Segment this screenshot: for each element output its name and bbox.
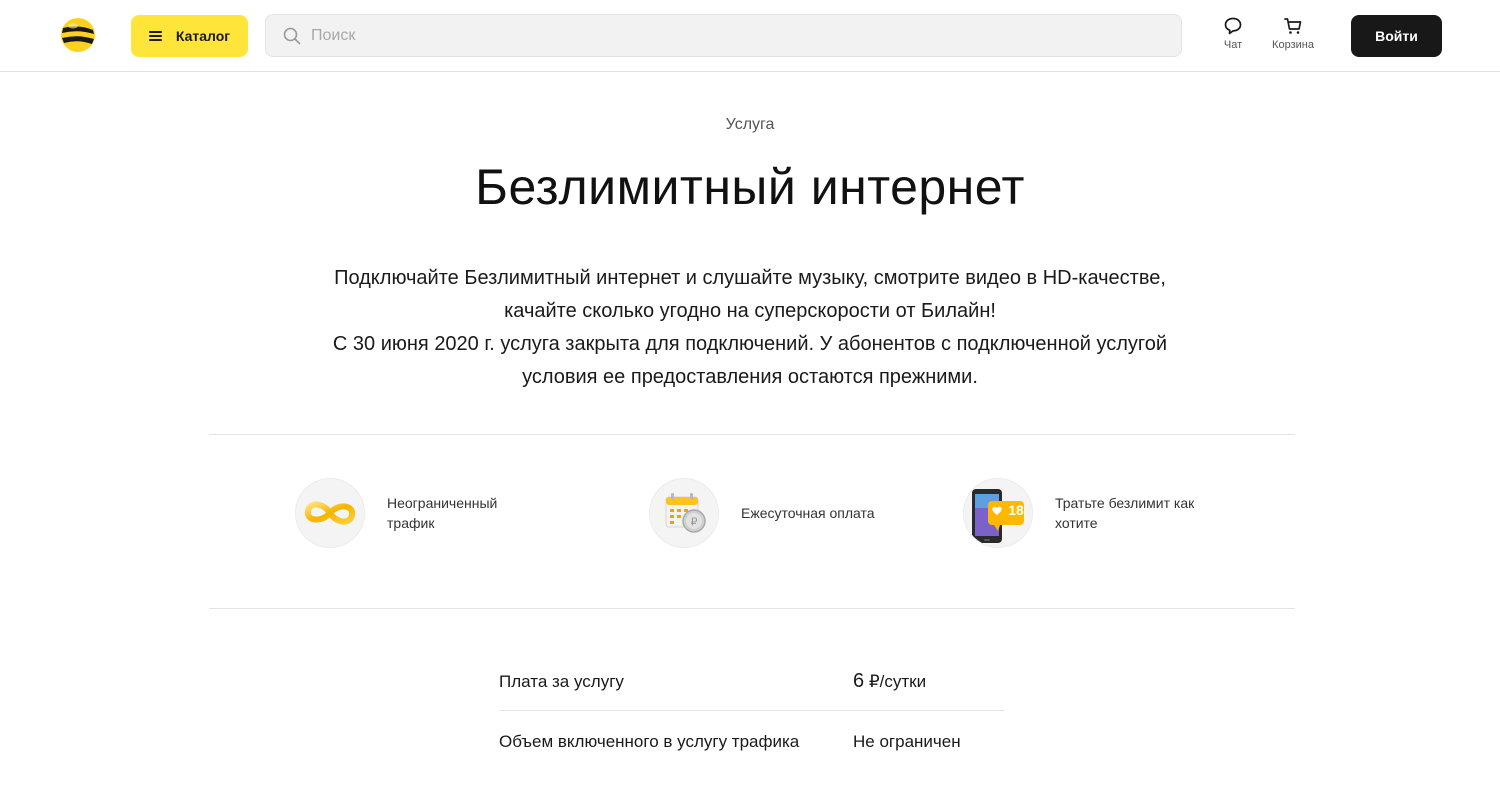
divider xyxy=(209,608,1295,609)
feature-label: Ежесуточная оплата xyxy=(741,505,875,521)
search-input[interactable] xyxy=(311,26,1161,45)
feature-spend-as-you-wish: 18 Тратьте безлимит как хотите xyxy=(963,478,1215,548)
calendar-coin-icon: ₽ xyxy=(649,478,719,548)
phone-likes-icon: 18 xyxy=(963,478,1033,548)
feature-daily-payment: ₽ Ежесуточная оплата xyxy=(649,478,891,548)
login-button[interactable]: Войти xyxy=(1351,15,1442,57)
cart-label: Корзина xyxy=(1272,39,1314,51)
chat-link[interactable]: Чат xyxy=(1218,16,1248,51)
service-kicker: Услуга xyxy=(725,116,775,133)
detail-row-traffic: Объем включенного в услугу трафика Не ог… xyxy=(499,713,1004,771)
service-description: Подключайте Безлимитный интернет и слуша… xyxy=(330,262,1170,394)
cart-link[interactable]: Корзина xyxy=(1264,16,1322,51)
catalog-button-label: Каталог xyxy=(175,28,231,44)
feature-label: Неограниченный трафик xyxy=(387,495,498,531)
chat-label: Чат xyxy=(1223,39,1243,51)
search-icon xyxy=(283,27,301,44)
feature-unlimited-traffic: Неограниченный трафик xyxy=(295,478,537,548)
detail-row-fee: Плата за услугу 6 ₽/сутки xyxy=(499,653,1004,711)
search-box[interactable] xyxy=(265,14,1182,57)
cart-icon xyxy=(1284,18,1302,34)
likes-badge: 18 xyxy=(1008,502,1024,518)
detail-key: Объем включенного в услугу трафика xyxy=(499,732,800,751)
feature-label-text: Тратьте безлимит как хотите xyxy=(1055,495,1195,531)
menu-icon xyxy=(148,31,162,41)
detail-value: 6 ₽/сутки xyxy=(853,670,926,693)
fee-amount: 6 xyxy=(853,670,865,692)
description-paragraph-2: С 30 июня 2020 г. услуга закрыта для под… xyxy=(332,333,1168,388)
feature-label: Тратьте безлимит как хотите xyxy=(1055,493,1215,533)
site-header: Каталог Чат Корзина Войти xyxy=(0,0,1500,72)
chat-icon xyxy=(1224,17,1242,35)
infinity-icon xyxy=(295,478,365,548)
description-paragraph-1: Подключайте Безлимитный интернет и слуша… xyxy=(334,267,1166,322)
catalog-button[interactable]: Каталог xyxy=(131,15,248,57)
beeline-logo-icon[interactable] xyxy=(60,17,96,53)
detail-key: Плата за услугу xyxy=(499,671,624,691)
divider xyxy=(209,434,1295,435)
fee-unit: ₽/сутки xyxy=(868,672,927,691)
detail-value: Не ограничен xyxy=(853,732,961,751)
svg-text:₽: ₽ xyxy=(691,516,698,529)
page-title: Безлимитный интернет xyxy=(475,159,1025,215)
